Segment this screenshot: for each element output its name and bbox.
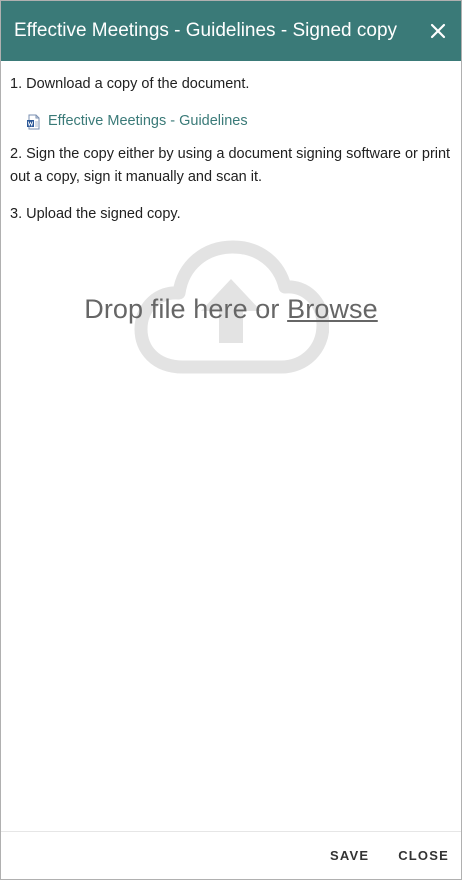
browse-link[interactable]: Browse bbox=[287, 294, 378, 324]
dialog-footer: SAVE CLOSE bbox=[1, 831, 461, 879]
dialog-title: Effective Meetings - Guidelines - Signed… bbox=[14, 20, 398, 41]
step-download: 1. Download a copy of the document. bbox=[10, 76, 250, 92]
close-icon[interactable] bbox=[427, 20, 449, 42]
step-upload: 3. Upload the signed copy. bbox=[10, 206, 181, 222]
save-button[interactable]: SAVE bbox=[330, 840, 369, 871]
signed-copy-dialog: Effective Meetings - Guidelines - Signed… bbox=[0, 0, 462, 880]
dialog-content: 1. Download a copy of the document. Effe… bbox=[1, 61, 461, 384]
step-sign: 2. Sign the copy either by using a docum… bbox=[10, 146, 451, 185]
dropzone-label: Drop file here or bbox=[84, 293, 280, 324]
close-button[interactable]: CLOSE bbox=[398, 840, 449, 871]
dialog-header: Effective Meetings - Guidelines - Signed… bbox=[1, 1, 461, 61]
document-link-row[interactable]: Effective Meetings - Guidelines bbox=[26, 110, 452, 133]
dropzone-text: Drop file here or Browse bbox=[84, 295, 378, 322]
word-document-icon bbox=[26, 114, 40, 130]
file-dropzone[interactable]: Drop file here or Browse bbox=[10, 234, 452, 384]
document-download-link[interactable]: Effective Meetings - Guidelines bbox=[48, 110, 248, 133]
